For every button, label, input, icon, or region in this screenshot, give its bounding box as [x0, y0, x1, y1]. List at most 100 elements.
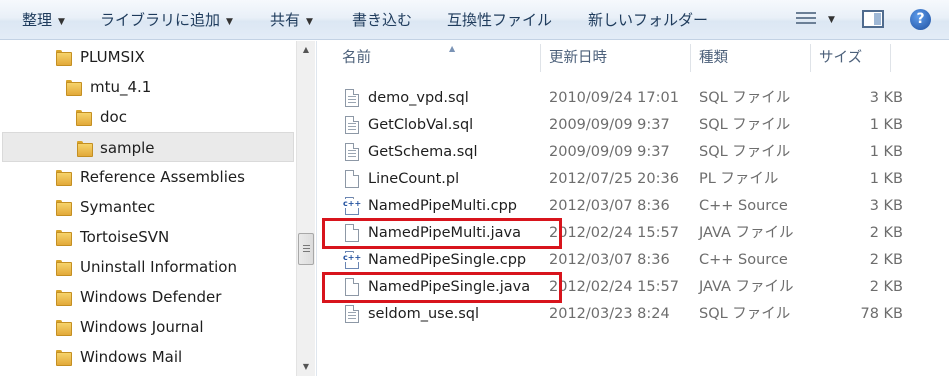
folder-icon [77, 141, 93, 157]
compatibility-files-label: 互換性ファイル [447, 11, 553, 29]
file-name: NamedPipeMulti.cpp [368, 198, 517, 214]
scroll-up-icon[interactable]: ▲ [297, 41, 315, 59]
nav-item-label: mtu_4.1 [90, 78, 152, 96]
file-row[interactable]: GetSchema.sql 2009/09/09 9:37 SQL ファイル 1… [317, 139, 917, 166]
nav-item-label: Symantec [80, 198, 156, 216]
folder-icon [76, 110, 92, 126]
compatibility-files-button[interactable]: 互換性ファイル [447, 0, 552, 40]
organize-label: 整理 [22, 11, 53, 29]
sql-file-icon [345, 116, 359, 134]
file-date: 2012/03/07 8:36 [549, 198, 670, 214]
nav-item-reference-assemblies[interactable]: Reference Assemblies [0, 162, 296, 192]
file-type: PL ファイル [699, 171, 779, 187]
folder-icon [56, 320, 72, 336]
file-type: SQL ファイル [699, 117, 791, 133]
file-size: 1 KB [869, 144, 903, 160]
add-to-library-button[interactable]: ライブラリに追加 ▼ [100, 0, 233, 40]
new-folder-label: 新しいフォルダー [588, 11, 709, 29]
file-date: 2012/02/24 15:57 [549, 225, 679, 241]
file-row[interactable]: GetClobVal.sql 2009/09/09 9:37 SQL ファイル … [317, 112, 917, 139]
file-size: 2 KB [869, 252, 903, 268]
view-options-chevron-icon[interactable]: ▼ [828, 0, 835, 40]
file-row[interactable]: NamedPipeSingle.cpp 2012/03/07 8:36 C++ … [317, 247, 917, 274]
file-size: 3 KB [869, 90, 903, 106]
column-header-type[interactable]: 種類 [691, 44, 811, 72]
preview-pane-icon[interactable] [862, 10, 884, 28]
file-type: C++ Source [699, 252, 788, 268]
cpp-file-icon [343, 251, 362, 269]
file-name: seldom_use.sql [368, 306, 480, 322]
folder-icon [56, 200, 72, 216]
change-view-icon[interactable] [796, 11, 816, 27]
highlight-box-namedpipemulti-java [322, 218, 562, 249]
file-row[interactable]: LineCount.pl 2012/07/25 20:36 PL ファイル 1 … [317, 166, 917, 193]
sort-ascending-icon: ▲ [449, 44, 456, 53]
nav-scrollbar[interactable]: ▲ ▼ [296, 41, 315, 376]
file-list: ▲ 名前 更新日時 種類 サイズ demo_vpd.sql 2010/09/24… [316, 41, 949, 376]
nav-item-plumsix[interactable]: PLUMSIX [0, 42, 296, 72]
sql-file-icon [345, 305, 359, 323]
file-type: SQL ファイル [699, 144, 791, 160]
nav-item-symantec[interactable]: Symantec [0, 192, 296, 222]
file-date: 2012/03/07 8:36 [549, 252, 670, 268]
new-folder-button[interactable]: 新しいフォルダー [588, 0, 708, 40]
chevron-down-icon: ▼ [226, 17, 233, 27]
nav-item-label: PLUMSIX [80, 48, 145, 66]
file-icon [345, 170, 359, 188]
file-type: JAVA ファイル [699, 225, 794, 241]
organize-button[interactable]: 整理 ▼ [22, 0, 65, 40]
column-header-date-label: 更新日時 [549, 50, 607, 66]
file-type: SQL ファイル [699, 90, 791, 106]
folder-icon [56, 50, 72, 66]
nav-item-windows-mail[interactable]: Windows Mail [0, 342, 296, 372]
folder-icon [56, 170, 72, 186]
nav-item-doc[interactable]: doc [0, 102, 296, 132]
burn-button[interactable]: 書き込む [352, 0, 412, 40]
file-date: 2012/03/23 8:24 [549, 306, 670, 322]
file-type: SQL ファイル [699, 306, 791, 322]
nav-item-label: Windows Defender [80, 288, 222, 306]
chevron-down-icon: ▼ [306, 17, 313, 27]
nav-item-uninstall-information[interactable]: Uninstall Information [0, 252, 296, 282]
highlight-box-namedpipesingle-java [322, 272, 562, 303]
column-header-name[interactable]: ▲ 名前 [334, 44, 541, 72]
file-row[interactable]: demo_vpd.sql 2010/09/24 17:01 SQL ファイル 3… [317, 85, 917, 112]
file-name: GetSchema.sql [368, 144, 478, 160]
nav-item-tortoisesvn[interactable]: TortoiseSVN [0, 222, 296, 252]
file-size: 2 KB [869, 279, 903, 295]
nav-item-windows-defender[interactable]: Windows Defender [0, 282, 296, 312]
file-row[interactable]: NamedPipeMulti.cpp 2012/03/07 8:36 C++ S… [317, 193, 917, 220]
cpp-file-icon [343, 197, 362, 215]
file-date: 2010/09/24 17:01 [549, 90, 679, 106]
help-icon[interactable]: ? [910, 9, 931, 30]
nav-item-label: doc [100, 108, 127, 126]
file-date: 2009/09/09 9:37 [549, 144, 670, 160]
nav-item-label: Windows Mail [80, 348, 183, 366]
folder-icon [56, 230, 72, 246]
column-header-size-label: サイズ [819, 50, 863, 66]
file-name: GetClobVal.sql [368, 117, 474, 133]
file-size: 78 KB [860, 306, 903, 322]
file-name: LineCount.pl [368, 171, 460, 187]
column-header-type-label: 種類 [699, 50, 728, 66]
nav-item-label: Windows Journal [80, 318, 204, 336]
file-date: 2009/09/09 9:37 [549, 117, 670, 133]
scroll-down-icon[interactable]: ▼ [297, 358, 315, 376]
share-button[interactable]: 共有 ▼ [270, 0, 313, 40]
column-header-date[interactable]: 更新日時 [541, 44, 691, 72]
nav-item-sample[interactable]: sample [2, 132, 294, 162]
scrollbar-thumb[interactable] [298, 233, 314, 265]
folder-icon [56, 290, 72, 306]
folder-icon [56, 350, 72, 366]
nav-item-label: TortoiseSVN [80, 228, 170, 246]
nav-item-mtu-4-1[interactable]: mtu_4.1 [0, 72, 296, 102]
nav-item-windows-journal[interactable]: Windows Journal [0, 312, 296, 342]
sql-file-icon [345, 143, 359, 161]
file-size: 1 KB [869, 171, 903, 187]
file-type: C++ Source [699, 198, 788, 214]
file-size: 1 KB [869, 117, 903, 133]
file-name: demo_vpd.sql [368, 90, 469, 106]
column-header-size[interactable]: サイズ [811, 44, 891, 72]
file-row[interactable]: seldom_use.sql 2012/03/23 8:24 SQL ファイル … [317, 301, 917, 328]
folder-icon [56, 260, 72, 276]
